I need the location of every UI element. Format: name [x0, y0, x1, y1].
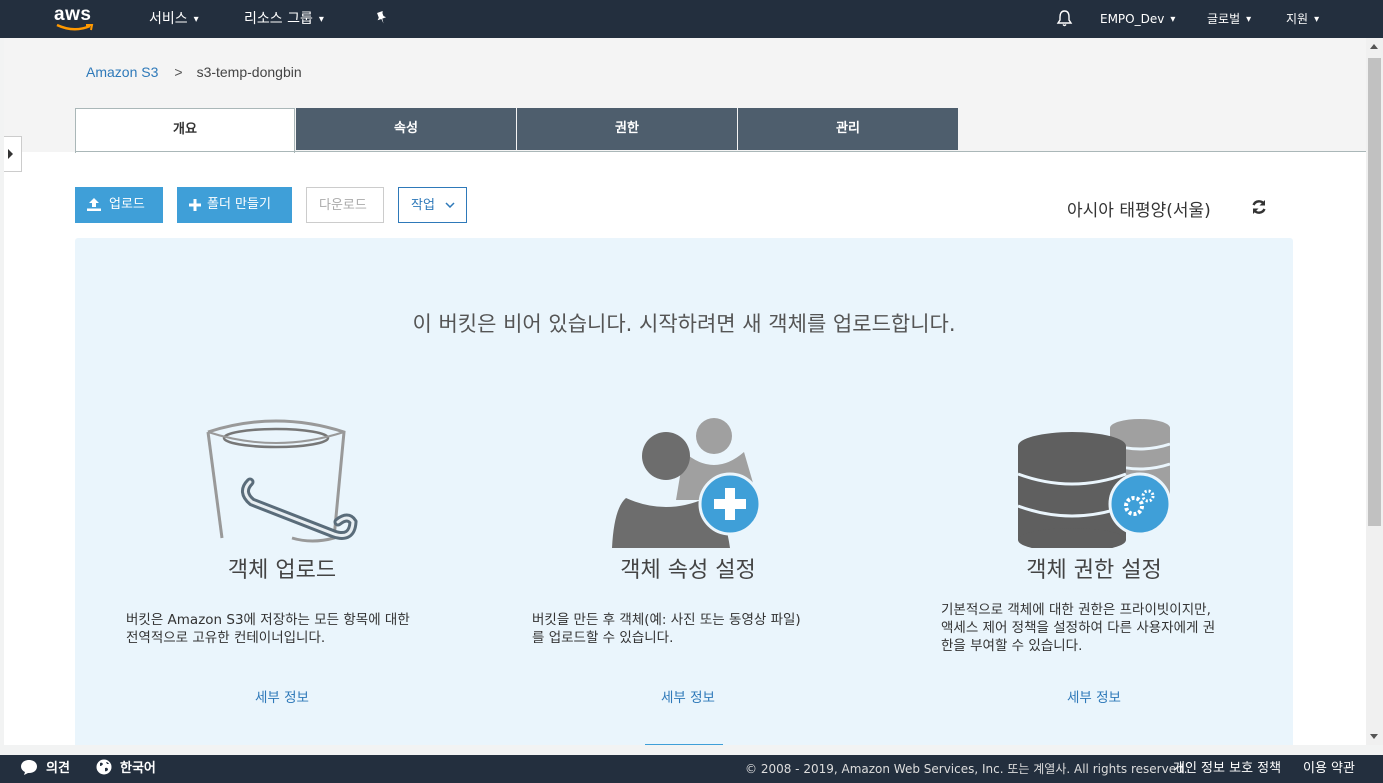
- resource-groups-menu[interactable]: 리소스 그룹 ▾: [244, 0, 324, 38]
- chevron-down-icon: ▾: [1170, 14, 1176, 25]
- notifications-button[interactable]: [1056, 0, 1073, 38]
- database-settings-icon: [1017, 419, 1172, 548]
- region-label: 글로벌: [1207, 12, 1241, 26]
- download-button[interactable]: 다운로드: [306, 187, 384, 223]
- chevron-down-icon: ▾: [1314, 14, 1320, 25]
- panel-tab-indicator: [645, 744, 723, 745]
- bell-icon: [1056, 10, 1073, 27]
- pin-button[interactable]: [374, 0, 388, 38]
- tab-properties[interactable]: 속성: [296, 108, 516, 150]
- account-label: EMPO_Dev: [1100, 12, 1165, 26]
- actions-label: 작업: [411, 198, 435, 213]
- tab-overview[interactable]: 개요: [75, 108, 295, 153]
- upload-button[interactable]: 업로드: [75, 187, 163, 223]
- chevron-down-icon: ▾: [318, 14, 324, 25]
- bucket-header: Amazon S3 > s3-temp-dongbin 개요 속성 권한 관리: [4, 38, 1366, 153]
- card-title: 객체 업로드: [227, 558, 337, 583]
- card-description: 버킷은 Amazon S3에 저장하는 모든 항목에 대한 전역적으로 고유한 …: [126, 611, 410, 647]
- aws-smile-icon: [56, 23, 94, 31]
- aws-logo[interactable]: aws: [54, 4, 98, 34]
- card-description-line: 버킷을 만든 후 객체(예: 사진 또는 동영상 파일): [532, 612, 801, 628]
- language-selector[interactable]: 한국어: [96, 755, 156, 783]
- card-title: 객체 권한 설정: [1026, 558, 1162, 583]
- scroll-down-icon[interactable]: [1370, 734, 1378, 739]
- card-description-line: 기본적으로 객체에 대한 권한은 프라이빗이지만,: [941, 602, 1211, 618]
- sidebar-toggle-button[interactable]: [4, 136, 22, 172]
- empty-bucket-panel: 이 버킷은 비어 있습니다. 시작하려면 새 객체를 업로드합니다. 객체 업로…: [75, 238, 1293, 745]
- chevron-down-icon: [445, 202, 455, 209]
- resource-groups-label: 리소스 그룹: [244, 11, 313, 27]
- learn-more-link[interactable]: 세부 정보: [112, 686, 452, 706]
- card-title: 객체 속성 설정: [620, 558, 756, 583]
- speech-bubble-icon: [21, 760, 37, 775]
- feedback-label: 의견: [46, 761, 70, 776]
- main-content: Amazon S3 > s3-temp-dongbin 개요 속성 권한 관리 업로…: [4, 38, 1366, 745]
- services-menu[interactable]: 서비스 ▾: [149, 0, 199, 38]
- card-description: 버킷을 만든 후 객체(예: 사진 또는 동영상 파일) 를 업로드할 수 있습…: [532, 611, 801, 647]
- chevron-down-icon: ▾: [1246, 14, 1252, 25]
- learn-more-link[interactable]: 세부 정보: [518, 686, 858, 706]
- footer: 의견 한국어 © 2008 - 2019, Amazon Web Service…: [0, 755, 1383, 783]
- tab-permissions[interactable]: 권한: [517, 108, 737, 150]
- bucket-icon: [206, 419, 358, 543]
- empty-bucket-message: 이 버킷은 비어 있습니다. 시작하려면 새 객체를 업로드합니다.: [412, 312, 956, 336]
- privacy-policy-link[interactable]: 개인 정보 보호 정책: [1173, 755, 1281, 783]
- learn-more-link[interactable]: 세부 정보: [924, 686, 1264, 706]
- top-nav: aws 서비스 ▾ 리소스 그룹 ▾ EMPO_Dev ▾ 글로벌 ▾ 지원 ▾: [0, 0, 1383, 38]
- breadcrumb: Amazon S3 > s3-temp-dongbin: [86, 64, 302, 80]
- card-description-line: 액세스 제어 정책을 설정하여 다른 사용자에게 권: [941, 620, 1216, 636]
- copyright-text: © 2008 - 2019, Amazon Web Services, Inc.…: [745, 762, 1188, 776]
- account-menu[interactable]: EMPO_Dev ▾: [1100, 0, 1175, 38]
- pin-icon: [377, 10, 387, 24]
- support-menu[interactable]: 지원 ▾: [1286, 0, 1319, 38]
- support-label: 지원: [1286, 12, 1309, 26]
- card-description: 기본적으로 객체에 대한 권한은 프라이빗이지만, 액세스 제어 정책을 설정하…: [941, 601, 1215, 655]
- upload-icon: [87, 198, 101, 211]
- card-description-line: 버킷은 Amazon S3에 저장하는 모든 항목에 대한: [126, 612, 410, 628]
- scroll-up-icon[interactable]: [1370, 44, 1378, 49]
- upload-label: 업로드: [109, 197, 145, 212]
- card-description-line: 전역적으로 고유한 컨테이너입니다.: [126, 630, 326, 646]
- create-folder-button[interactable]: 폴더 만들기: [177, 187, 292, 223]
- terms-link[interactable]: 이용 약관: [1303, 755, 1355, 783]
- region-indicator: 아시아 태평양(서울): [1067, 201, 1211, 221]
- actions-dropdown[interactable]: 작업: [398, 187, 467, 223]
- breadcrumb-separator: >: [174, 64, 183, 80]
- chevron-down-icon: ▾: [193, 14, 199, 25]
- create-folder-label: 폴더 만들기: [207, 197, 271, 212]
- region-menu[interactable]: 글로벌 ▾: [1207, 0, 1251, 38]
- services-label: 서비스: [149, 11, 188, 27]
- card-description-line: 한을 부여할 수 있습니다.: [941, 638, 1083, 654]
- tab-divider: [75, 151, 1366, 152]
- breadcrumb-current: s3-temp-dongbin: [196, 64, 302, 80]
- globe-icon: [96, 759, 112, 775]
- scrollbar-thumb[interactable]: [1368, 58, 1381, 526]
- language-label: 한국어: [120, 761, 156, 776]
- feedback-button[interactable]: 의견: [20, 755, 70, 783]
- tab-management[interactable]: 관리: [738, 108, 958, 150]
- users-add-icon: [612, 418, 762, 548]
- card-description-line: 를 업로드할 수 있습니다.: [532, 630, 674, 646]
- vertical-scrollbar[interactable]: [1366, 38, 1383, 745]
- plus-icon: [189, 198, 201, 211]
- refresh-icon[interactable]: [1250, 198, 1268, 216]
- breadcrumb-root-link[interactable]: Amazon S3: [86, 64, 158, 80]
